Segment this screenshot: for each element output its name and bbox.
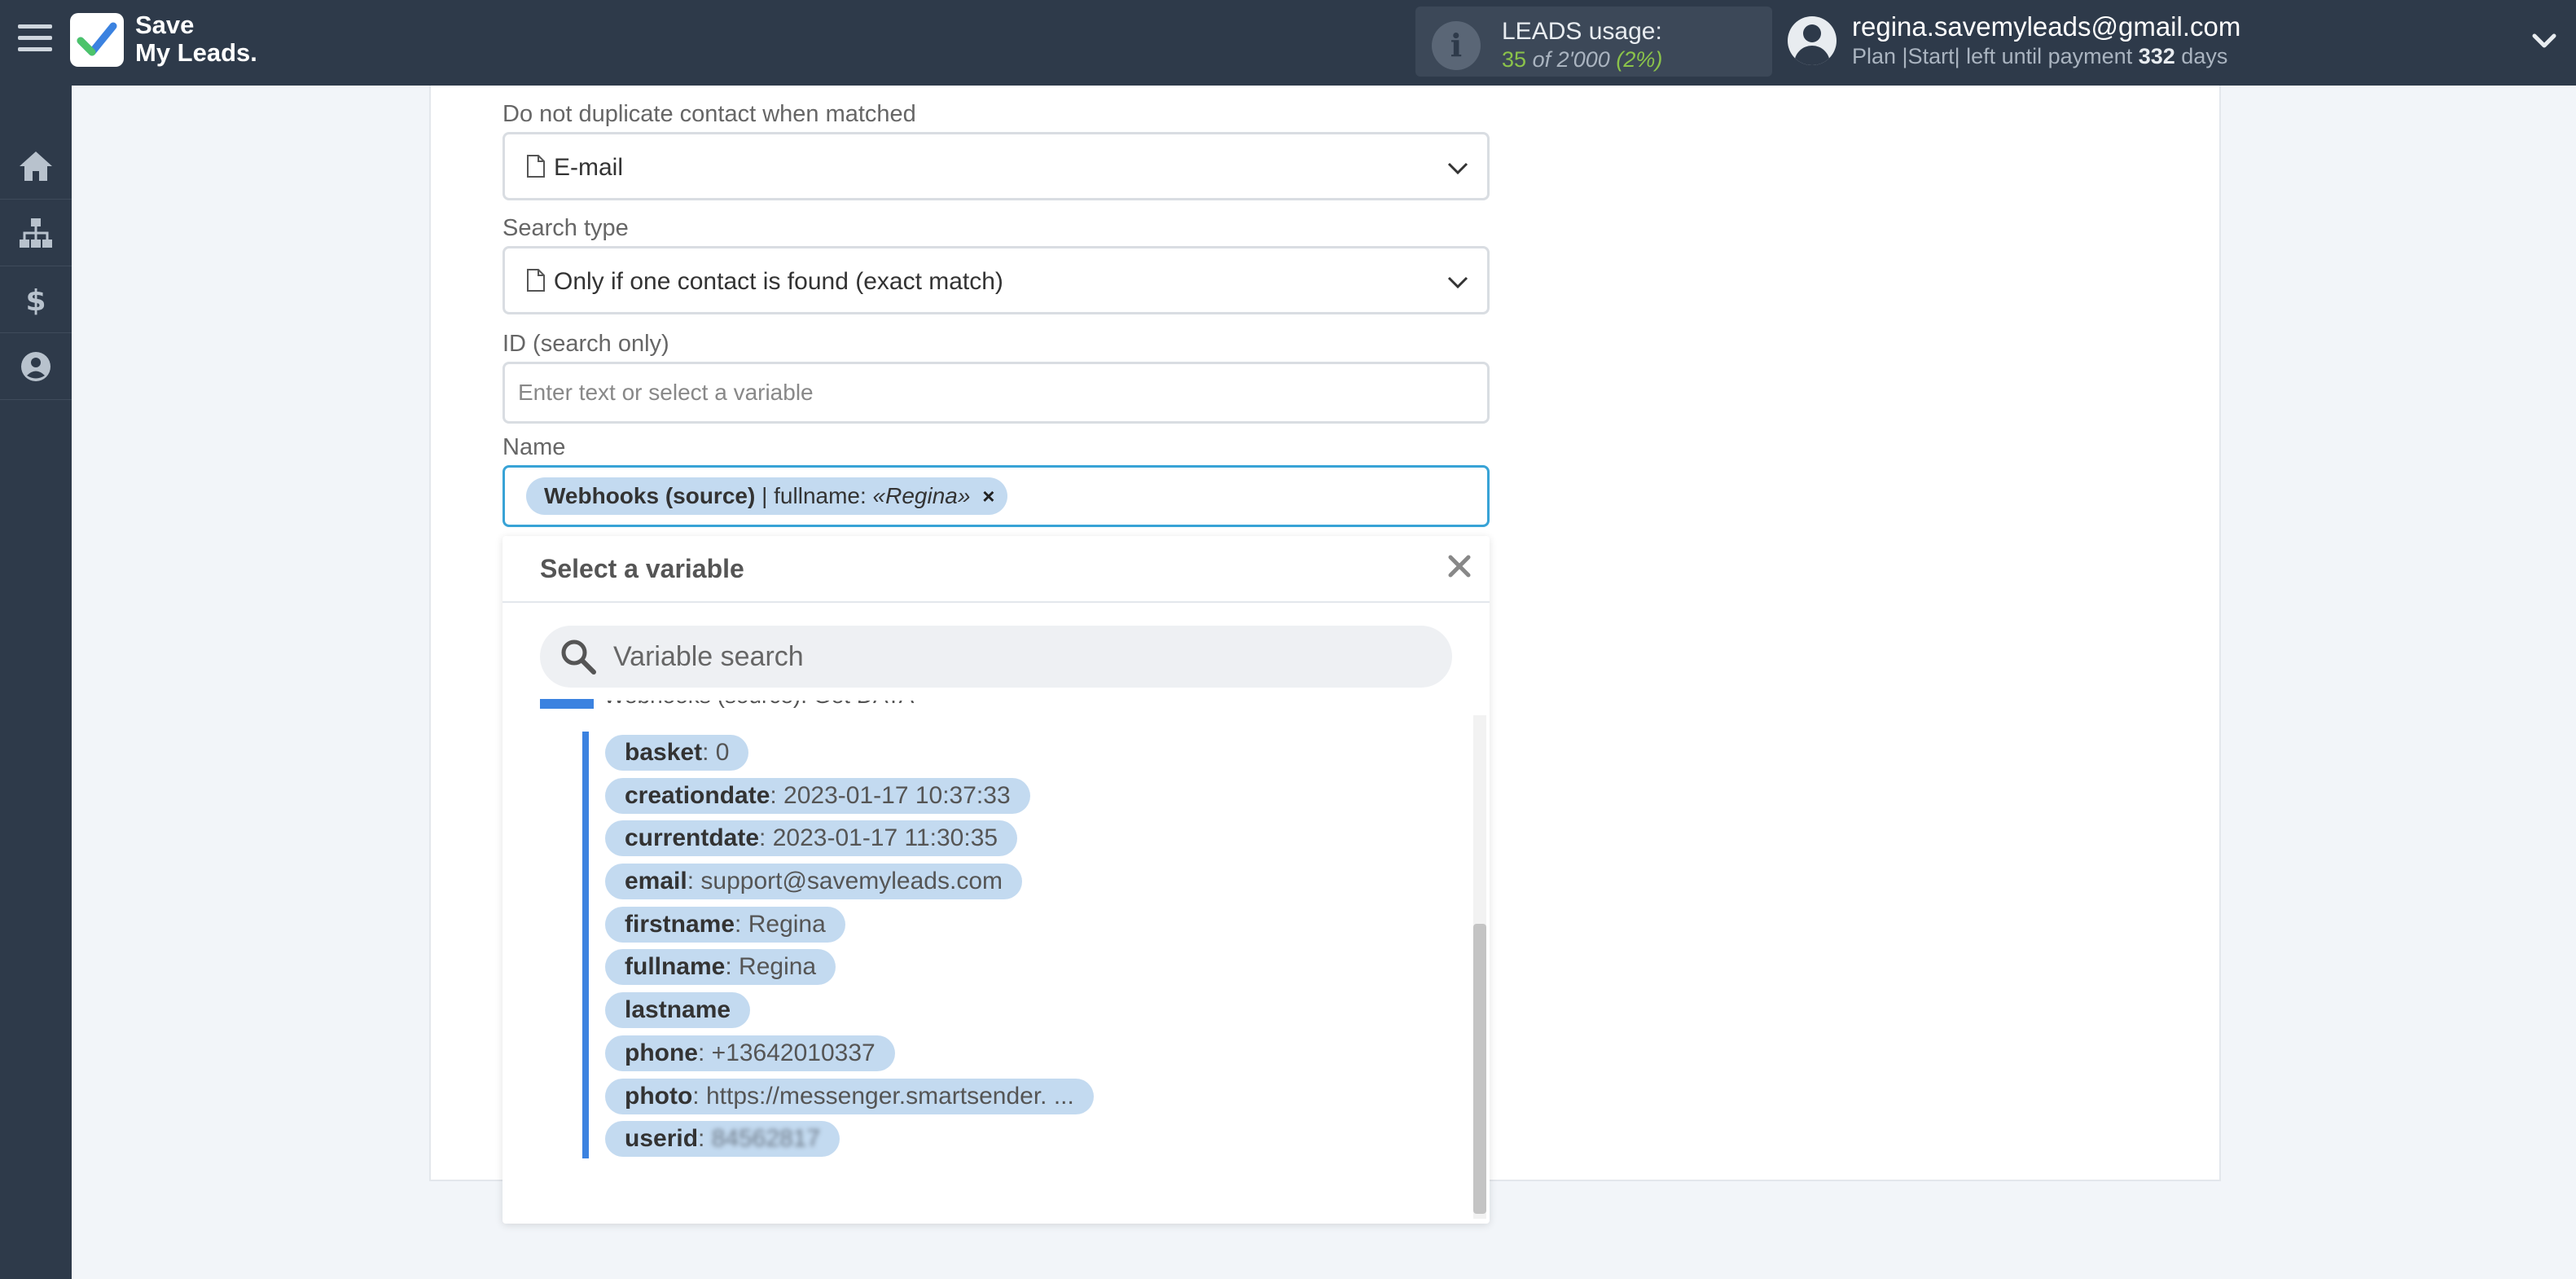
chip-source: Webhooks (source) [544,483,756,508]
select-variable-panel: Select a variable Webhooks (source): Get… [502,536,1490,1224]
variable-search-input[interactable] [540,626,1452,688]
search-type-select[interactable]: Only if one contact is found (exact matc… [502,246,1490,314]
user-email[interactable]: regina.savemyleads@gmail.com [1852,11,2240,42]
remove-chip-icon[interactable]: × [982,477,994,515]
info-icon[interactable]: i [1432,21,1481,70]
leads-usage-panel: i LEADS usage: 35 of 2'000 (2%) [1415,7,1772,77]
search-type-value: Only if one contact is found (exact matc… [554,268,1003,295]
variable-item-email[interactable]: email: support@savemyleads.com [605,864,1022,900]
variable-item-basket[interactable]: basket: 0 [605,735,749,771]
plan-days: 332 [2138,44,2175,68]
name-input[interactable]: Webhooks (source) | fullname: «Regina» × [502,465,1490,527]
chip-value: «Regina» [872,483,971,508]
dollar-icon: $ [25,284,46,316]
variable-list: basket: 0 creationdate: 2023-01-17 10:37… [605,735,1094,1164]
chevron-down-icon [1447,162,1468,175]
panel-header: Select a variable [502,536,1490,603]
document-icon [527,155,545,178]
no-duplicate-value: E-mail [554,154,624,181]
variable-item-currentdate[interactable]: currentdate: 2023-01-17 11:30:35 [605,820,1018,857]
sitemap-icon [20,218,52,248]
sidebar-item-home[interactable] [0,133,72,200]
plan-days-suffix: days [2181,44,2228,68]
no-duplicate-select[interactable]: E-mail [502,132,1490,200]
group-marker [540,699,594,709]
id-label: ID (search only) [502,331,669,357]
leads-used: 35 [1502,47,1527,72]
variable-item-phone[interactable]: phone: +13642010337 [605,1035,895,1071]
variable-item-fullname[interactable]: fullname: Regina [605,949,836,986]
logo-icon[interactable] [70,13,124,67]
brand-line-1: Save [135,11,195,39]
leads-total: of 2'000 [1532,47,1610,72]
menu-icon[interactable] [18,24,52,57]
chevron-down-icon[interactable] [2531,28,2557,54]
leads-usage-label: LEADS usage: [1502,18,1662,45]
name-label: Name [502,434,566,460]
chevron-down-icon [1447,276,1468,289]
user-plan: Plan |Start| left until payment 332 days [1852,44,2227,69]
home-icon [20,152,52,181]
plan-text: Plan |Start| left until payment [1852,44,2133,68]
chip-field: | fullname: [755,483,873,508]
variable-chip[interactable]: Webhooks (source) | fullname: «Regina» × [526,477,1008,515]
sidebar-item-billing[interactable]: $ [0,266,72,333]
sidebar: $ [0,86,72,1279]
scrollbar-thumb[interactable] [1473,924,1486,1214]
top-bar: Save My Leads. i LEADS usage: 35 of 2'00… [0,0,2576,86]
search-type-label: Search type [502,215,629,241]
close-icon[interactable] [1447,554,1472,578]
brand-name[interactable]: Save My Leads. [135,11,257,67]
panel-title: Select a variable [540,554,744,583]
id-search-input[interactable] [502,362,1490,424]
leads-usage-value: 35 of 2'000 (2%) [1502,47,1662,73]
search-icon [561,640,596,675]
svg-text:$: $ [25,284,46,316]
leads-percent: (2%) [1616,47,1663,72]
variable-item-firstname[interactable]: firstname: Regina [605,906,845,943]
brand-line-2: My Leads. [135,38,257,67]
variable-item-userid[interactable]: userid: 84562817 [605,1121,840,1158]
user-circle-icon [21,352,50,381]
variable-item-creationdate[interactable]: creationdate: 2023-01-17 10:37:33 [605,777,1030,814]
no-duplicate-label: Do not duplicate contact when matched [502,101,916,127]
variable-item-photo[interactable]: photo: https://messenger.smartsender. ..… [605,1078,1094,1114]
sidebar-item-account[interactable] [0,333,72,400]
group-line [582,732,589,1158]
sidebar-item-connections[interactable] [0,200,72,266]
variable-item-lastname[interactable]: lastname [605,992,751,1029]
document-icon [527,269,545,292]
avatar[interactable] [1788,16,1837,65]
